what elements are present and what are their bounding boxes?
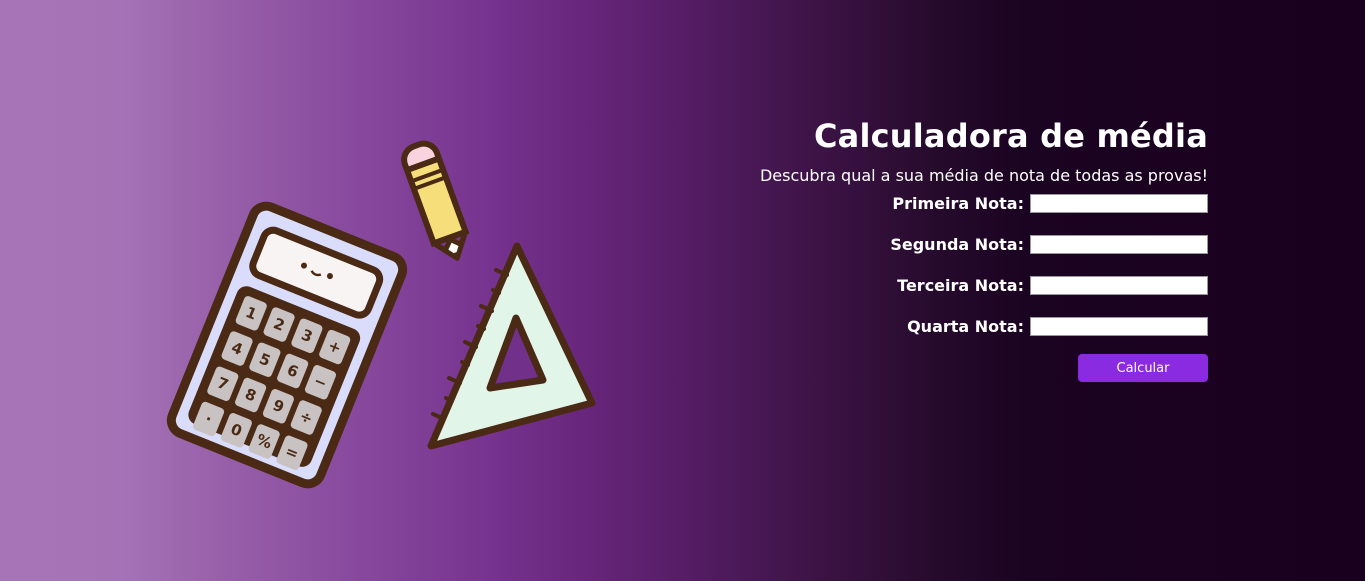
- grade-row-3: Terceira Nota:: [688, 274, 1208, 297]
- school-supplies-illustration: 1 2 3 +4 5 6−7 8 9 ÷ · 0% =: [150, 130, 610, 510]
- page-title: Calculadora de média: [813, 117, 1208, 155]
- grade-label-2: Segunda Nota:: [890, 235, 1024, 254]
- grade-row-4: Quarta Nota:: [688, 315, 1208, 338]
- page-subtitle: Descubra qual a sua média de nota de tod…: [759, 166, 1208, 185]
- average-calculator-form: Calculadora de média Descubra qual a sua…: [688, 115, 1208, 382]
- grade-label-1: Primeira Nota:: [892, 194, 1024, 213]
- calculate-button[interactable]: Calcular: [1078, 354, 1208, 382]
- grade-input-4[interactable]: [1030, 317, 1208, 336]
- grade-input-1[interactable]: [1030, 194, 1208, 213]
- grade-input-3[interactable]: [1030, 276, 1208, 295]
- grade-row-1: Primeira Nota:: [688, 192, 1208, 215]
- triangle-ruler-icon: [427, 242, 596, 450]
- pencil-icon: [401, 140, 470, 261]
- grade-row-2: Segunda Nota:: [688, 233, 1208, 256]
- grade-input-2[interactable]: [1030, 235, 1208, 254]
- calculator-icon: 123+456−789÷·0%=: [166, 201, 408, 489]
- grade-label-3: Terceira Nota:: [897, 276, 1024, 295]
- grade-label-4: Quarta Nota:: [907, 317, 1024, 336]
- submit-row: Calcular: [688, 354, 1208, 382]
